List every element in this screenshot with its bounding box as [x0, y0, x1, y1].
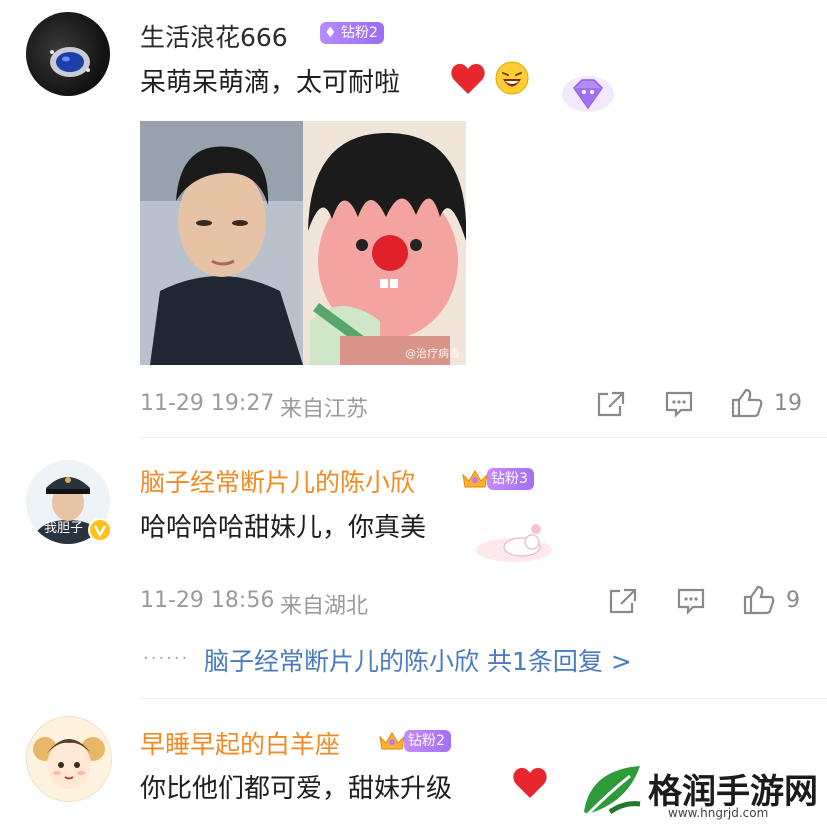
svg-text:我胆子: 我胆子 [44, 521, 83, 536]
divider [140, 698, 827, 699]
heart-icon [450, 62, 486, 100]
timestamp: 11-29 18:56 [140, 588, 275, 613]
share-icon[interactable] [608, 587, 638, 615]
photo-collage [140, 121, 466, 365]
location: 来自湖北 [280, 594, 369, 619]
location: 来自江苏 [280, 397, 369, 422]
timestamp: 11-29 19:27 [140, 391, 275, 416]
heart-icon [512, 766, 548, 804]
comment-body: 你比他们都可爱，甜妹升级 [140, 774, 453, 804]
verified-icon [88, 518, 112, 546]
diamond-sticker-icon [560, 70, 616, 120]
comment-text: 呆萌呆萌滴，太可耐啦 [140, 62, 400, 99]
like-icon[interactable] [742, 585, 776, 615]
comment-body: 呆萌呆萌滴，太可耐啦 [140, 68, 401, 98]
reply-dots: ······ [143, 648, 190, 669]
comment-text: 你比他们都可爱，甜妹升级 [140, 768, 452, 805]
fan-badge: 钻粉3 [487, 468, 534, 490]
badge-label: 钻粉2 [408, 733, 445, 749]
comment-body: 哈哈哈哈甜妹儿，你真美 [140, 513, 427, 543]
divider [140, 437, 827, 438]
reply-author: 脑子经常断片儿的陈小欣 [204, 647, 480, 676]
ram-avatar-image [33, 737, 105, 789]
badge-label: 钻粉2 [341, 25, 378, 41]
comment-icon[interactable] [676, 587, 706, 615]
username[interactable]: 早睡早起的白羊座 [140, 725, 340, 761]
reply-summary: 共1条回复 > [486, 647, 632, 676]
laughing-emoji-icon [494, 60, 530, 100]
fan-badge: ♦ 钻粉2 [320, 22, 384, 44]
view-replies-link[interactable]: 脑子经常断片儿的陈小欣 共1条回复 > [204, 642, 632, 678]
watermark: 格润手游网 www.hngrjd.com [576, 758, 827, 824]
share-icon[interactable] [596, 390, 626, 418]
sticker-icon [472, 522, 556, 568]
like-icon[interactable] [730, 388, 764, 418]
comment-icon[interactable] [664, 390, 694, 418]
diamond-icon: ♦ [324, 25, 337, 41]
badge-label: 钻粉3 [491, 471, 528, 487]
leaf-logo-icon [584, 766, 641, 816]
comment-text: 哈哈哈哈甜妹儿，你真美 [140, 507, 426, 544]
avatar[interactable] [26, 12, 110, 96]
crown-icon [461, 467, 489, 495]
username[interactable]: 脑子经常断片儿的陈小欣 [140, 463, 415, 499]
image-watermark: @治疗病毒 [405, 347, 460, 360]
username[interactable]: 生活浪花666 [140, 18, 288, 54]
avatar[interactable] [26, 716, 112, 802]
like-count: 19 [774, 391, 802, 416]
ring-avatar-image [50, 47, 90, 77]
fan-badge: 钻粉2 [404, 730, 451, 752]
watermark-url: www.hngrjd.com [668, 806, 769, 820]
crown-icon [378, 729, 406, 757]
comment-image[interactable]: @治疗病毒 [140, 121, 466, 365]
like-count: 9 [786, 588, 800, 613]
